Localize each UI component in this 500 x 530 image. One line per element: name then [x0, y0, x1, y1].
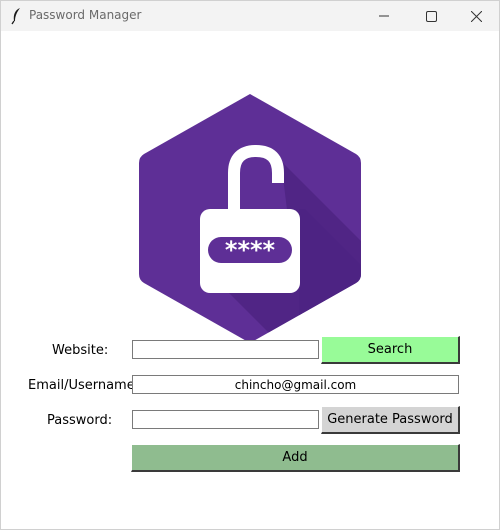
window-title: Password Manager: [29, 8, 142, 22]
minimize-button[interactable]: [361, 1, 407, 31]
app-window: Password Manager **** Website: Search Em…: [0, 0, 500, 530]
search-button[interactable]: Search: [321, 336, 460, 364]
website-label: Website:: [52, 343, 109, 358]
add-button[interactable]: Add: [131, 444, 460, 472]
minimize-icon: [379, 15, 389, 17]
maximize-icon: [425, 10, 437, 22]
password-label: Password:: [47, 413, 113, 428]
email-label: Email/Username:: [28, 378, 140, 393]
password-input[interactable]: [132, 410, 319, 429]
generate-password-button[interactable]: Generate Password: [321, 406, 460, 434]
close-icon: [470, 10, 482, 22]
password-mask-text: ****: [225, 236, 276, 264]
main-canvas: **** Website: Search Email/Username: Pas…: [1, 31, 499, 529]
email-input[interactable]: [132, 375, 459, 394]
feather-icon: [11, 8, 20, 25]
website-input[interactable]: [132, 340, 319, 359]
close-button[interactable]: [453, 1, 499, 31]
padlock-password-logo: ****: [139, 94, 361, 343]
title-bar[interactable]: Password Manager: [1, 1, 499, 31]
maximize-button[interactable]: [408, 1, 454, 31]
